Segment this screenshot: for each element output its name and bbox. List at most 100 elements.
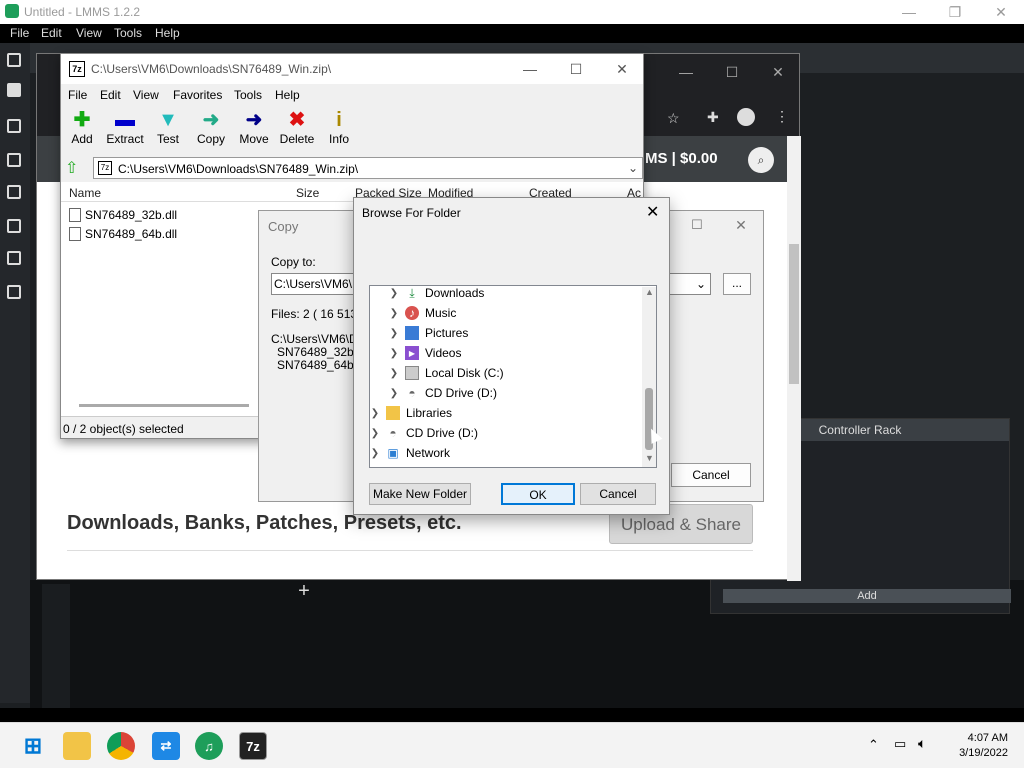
7zip-menu-help[interactable]: Help bbox=[275, 88, 300, 102]
list-item[interactable]: SN76489_32b.dll bbox=[69, 206, 177, 224]
chevron-down-icon[interactable]: ⌄ bbox=[628, 161, 638, 175]
volume-icon[interactable]: 🔈︎ bbox=[918, 735, 926, 752]
address-input[interactable]: 7z C:\Users\VM6\Downloads\SN76489_Win.zi… bbox=[93, 157, 643, 179]
chrome-icon[interactable] bbox=[107, 732, 135, 760]
copy-to-path-input[interactable]: C:\Users\VM6\D bbox=[271, 273, 355, 295]
ok-button[interactable]: OK bbox=[501, 483, 575, 505]
column-name[interactable]: Name bbox=[69, 186, 101, 200]
add-track-icon[interactable]: + bbox=[292, 580, 316, 604]
browse-button[interactable]: ... bbox=[723, 273, 751, 295]
site-search-icon[interactable]: ⌕ bbox=[748, 147, 774, 173]
delete-label: Delete bbox=[279, 132, 315, 146]
extract-button[interactable]: ▬ Extract bbox=[101, 108, 149, 146]
chrome-menu-icon[interactable]: ⋮ bbox=[775, 108, 789, 125]
selection-status: 0 / 2 object(s) selected bbox=[63, 422, 184, 436]
7zip-menu-file[interactable]: File bbox=[68, 88, 87, 102]
7zip-menu-tools[interactable]: Tools bbox=[234, 88, 262, 102]
extensions-icon[interactable]: ✚ bbox=[707, 109, 719, 126]
browse-dialog-title: Browse For Folder bbox=[362, 206, 461, 220]
chevron-right-icon[interactable]: ❯ bbox=[389, 328, 399, 339]
tree-item-local-disk[interactable]: ❯ Local Disk (C:) bbox=[389, 363, 504, 383]
7zip-menu-favorites[interactable]: Favorites bbox=[173, 88, 222, 102]
chevron-right-icon[interactable]: ❯ bbox=[389, 308, 399, 319]
column-size[interactable]: Size bbox=[296, 186, 319, 200]
up-folder-icon[interactable]: ⇧ bbox=[65, 158, 85, 178]
lmms-minimize-button[interactable]: — bbox=[886, 0, 932, 24]
my-samples-icon[interactable] bbox=[7, 153, 21, 167]
test-button[interactable]: ▼ Test bbox=[144, 108, 192, 146]
chrome-minimize-button[interactable]: — bbox=[663, 54, 709, 90]
tree-item-pictures[interactable]: ❯ Pictures bbox=[389, 323, 468, 343]
chevron-up-icon[interactable]: ⌃ bbox=[868, 737, 879, 753]
clock[interactable]: 4:07 AM 3/19/2022 bbox=[948, 731, 1008, 761]
chevron-right-icon[interactable]: ❯ bbox=[370, 408, 380, 419]
file-explorer-icon[interactable] bbox=[63, 732, 91, 760]
info-button[interactable]: i Info bbox=[315, 108, 363, 146]
computer-icon[interactable] bbox=[7, 285, 21, 299]
delete-button[interactable]: ✖ Delete bbox=[273, 108, 321, 146]
instrument-plugins-icon[interactable] bbox=[7, 83, 21, 97]
scroll-down-icon[interactable]: ▼ bbox=[645, 453, 654, 463]
browse-cancel-button[interactable]: Cancel bbox=[580, 483, 656, 505]
chevron-right-icon[interactable]: ❯ bbox=[389, 348, 399, 359]
move-button[interactable]: ➜ Move bbox=[230, 108, 278, 146]
network-tray-icon[interactable]: ▭ bbox=[894, 736, 906, 752]
tree-item-network[interactable]: ❯ ▣ Network bbox=[370, 443, 450, 463]
root-directory-icon[interactable] bbox=[7, 251, 21, 265]
scroll-up-icon[interactable]: ▲ bbox=[645, 287, 654, 297]
chrome-scrollbar-thumb[interactable] bbox=[789, 244, 799, 384]
chevron-right-icon[interactable]: ❯ bbox=[389, 368, 399, 379]
copy-cancel-button[interactable]: Cancel bbox=[671, 463, 751, 487]
chrome-maximize-button[interactable]: ☐ bbox=[709, 54, 755, 90]
7zip-minimize-button[interactable]: — bbox=[507, 54, 553, 84]
tree-item-music[interactable]: ❯ ♪ Music bbox=[389, 303, 456, 323]
chevron-right-icon[interactable]: ❯ bbox=[370, 448, 380, 459]
lmms-menu-tools[interactable]: Tools bbox=[114, 26, 142, 40]
chevron-right-icon[interactable]: ❯ bbox=[389, 288, 399, 299]
chevron-right-icon[interactable]: ❯ bbox=[389, 388, 399, 399]
tree-item-libraries[interactable]: ❯ Libraries bbox=[370, 403, 452, 423]
chevron-right-icon[interactable]: ❯ bbox=[370, 428, 380, 439]
start-button-icon[interactable]: ⊞ bbox=[19, 732, 47, 760]
my-projects-icon[interactable] bbox=[7, 119, 21, 133]
lmms-menu-edit[interactable]: Edit bbox=[41, 26, 62, 40]
lmms-menu-help[interactable]: Help bbox=[155, 26, 180, 40]
copy-to-dropdown[interactable]: ⌄ bbox=[669, 273, 711, 295]
profile-avatar-icon[interactable] bbox=[737, 108, 755, 126]
make-new-folder-button[interactable]: Make New Folder bbox=[369, 483, 471, 505]
7zip-close-button[interactable]: ✕ bbox=[599, 54, 645, 84]
lmms-maximize-button[interactable]: ❐ bbox=[932, 0, 978, 24]
tree-item-downloads[interactable]: ❯ ⤓ Downloads bbox=[389, 283, 485, 303]
7zip-menu-view[interactable]: View bbox=[133, 88, 159, 102]
my-presets-icon[interactable] bbox=[7, 185, 21, 199]
tree-item-cd-drive[interactable]: ❯ ◓ CD Drive (D:) bbox=[389, 383, 497, 403]
7zip-menu-bar: File Edit View Favorites Tools Help bbox=[61, 84, 643, 106]
tree-item-videos[interactable]: ❯ ▶ Videos bbox=[389, 343, 461, 363]
horizontal-scrollbar[interactable] bbox=[79, 404, 249, 407]
copy-button[interactable]: ➜ Copy bbox=[187, 108, 235, 146]
copy-file-2: SN76489_64b.c bbox=[277, 358, 364, 372]
7zip-taskbar-icon[interactable]: 7z bbox=[239, 732, 267, 760]
browse-close-button[interactable]: ✕ bbox=[646, 202, 659, 222]
7zip-menu-edit[interactable]: Edit bbox=[100, 88, 121, 102]
chrome-close-button[interactable]: ✕ bbox=[755, 54, 801, 90]
chevron-down-icon: ⌄ bbox=[695, 277, 706, 291]
cart-total[interactable]: MS | $0.00 bbox=[645, 150, 718, 167]
lmms-taskbar-icon[interactable]: ♫ bbox=[195, 732, 223, 760]
pictures-icon bbox=[405, 326, 419, 340]
mixer-fader[interactable] bbox=[42, 584, 70, 708]
lmms-close-button[interactable]: ✕ bbox=[978, 0, 1024, 24]
add-button[interactable]: ✚ Add bbox=[58, 108, 106, 146]
copy-close-button[interactable]: ✕ bbox=[721, 217, 761, 234]
bookmark-star-icon[interactable]: ☆ bbox=[667, 110, 680, 127]
7zip-maximize-button[interactable]: ☐ bbox=[553, 54, 599, 84]
list-item[interactable]: SN76489_64b.dll bbox=[69, 225, 177, 243]
copy-maximize-button[interactable]: ☐ bbox=[677, 217, 717, 233]
lmms-menu-file[interactable]: File bbox=[10, 26, 29, 40]
remote-app-icon[interactable]: ⇄ bbox=[152, 732, 180, 760]
tree-item-cd-drive-root[interactable]: ❯ ◓ CD Drive (D:) bbox=[370, 423, 478, 443]
controller-rack-add-button[interactable]: Add bbox=[723, 589, 1011, 603]
lmms-menu-view[interactable]: View bbox=[76, 26, 102, 40]
new-file-icon[interactable] bbox=[7, 53, 21, 67]
my-home-icon[interactable] bbox=[7, 219, 21, 233]
